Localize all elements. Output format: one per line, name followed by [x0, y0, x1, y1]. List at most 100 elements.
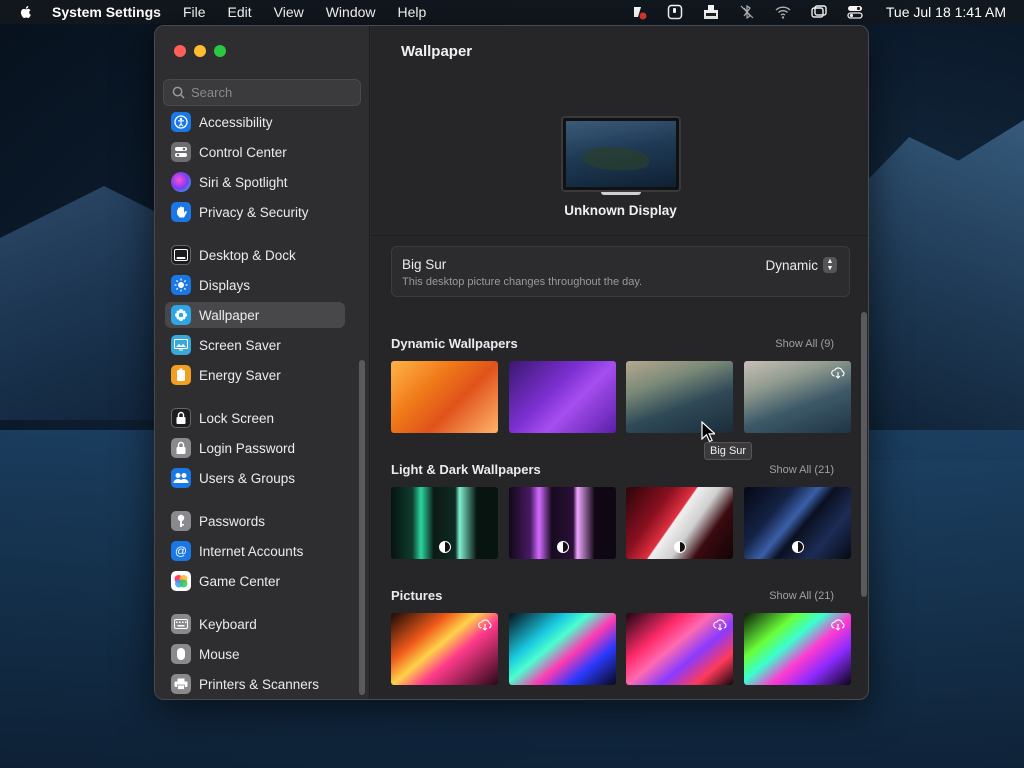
- section-title-pictures: Pictures: [391, 588, 443, 603]
- menu-view[interactable]: View: [274, 4, 304, 20]
- search-field[interactable]: [163, 79, 361, 106]
- hand-icon: [171, 202, 191, 222]
- sidebar-item-passwords[interactable]: Passwords: [165, 508, 345, 534]
- sidebar-item-label: Accessibility: [199, 114, 273, 130]
- light-dark-wallpapers-row: [391, 487, 851, 559]
- bluetooth-off-icon[interactable]: [738, 4, 756, 20]
- search-icon: [172, 86, 185, 99]
- light-dark-icon: [438, 541, 451, 553]
- wallpaper-thumb-catalina[interactable]: [744, 361, 851, 433]
- download-cloud-icon: [831, 367, 845, 379]
- menu-edit[interactable]: Edit: [228, 4, 252, 20]
- download-cloud-icon: [478, 619, 492, 631]
- app-menu[interactable]: System Settings: [52, 4, 161, 20]
- keyboard-icon: [171, 614, 191, 634]
- sidebar-item-label: Lock Screen: [199, 410, 275, 426]
- zoom-button[interactable]: [214, 45, 226, 57]
- wallpaper-thumb-big-sur[interactable]: [626, 361, 733, 433]
- menu-bar: System Settings File Edit View Window He…: [0, 0, 1024, 24]
- sidebar-item-label: Login Password: [199, 440, 296, 456]
- sidebar-item-label: Printers & Scanners: [199, 676, 320, 692]
- display-preview-image: [566, 121, 676, 187]
- sidebar-item-label: Wallpaper: [199, 307, 260, 323]
- wallpaper-thumb-light-dark-red[interactable]: [626, 487, 733, 559]
- section-title-light-dark: Light & Dark Wallpapers: [391, 462, 541, 477]
- sidebar-item-game-center[interactable]: Game Center: [165, 568, 345, 594]
- sidebar-item-users-groups[interactable]: Users & Groups: [165, 465, 345, 491]
- wallpaper-thumb-monterey[interactable]: [509, 361, 616, 433]
- wallpaper-thumb-picture-1[interactable]: [391, 613, 498, 685]
- sidebar-item-label: Desktop & Dock: [199, 247, 296, 263]
- at-icon: @: [171, 541, 191, 561]
- sidebar-item-label: Mouse: [199, 646, 240, 662]
- section-title-dynamic: Dynamic Wallpapers: [391, 336, 518, 351]
- content-scrollbar[interactable]: [861, 312, 867, 597]
- sidebar-item-accessibility[interactable]: Accessibility: [165, 109, 345, 135]
- sidebar-item-displays[interactable]: Displays: [165, 272, 345, 298]
- show-all-dynamic-button[interactable]: Show All (9): [775, 338, 834, 350]
- input-icon[interactable]: [702, 4, 720, 20]
- sidebar-item-desktop-dock[interactable]: Desktop & Dock: [165, 242, 345, 268]
- sidebar-item-label: Energy Saver: [199, 367, 281, 383]
- key-icon: [171, 511, 191, 531]
- sidebar-scrollbar[interactable]: [359, 360, 365, 695]
- wallpaper-thumb-picture-2[interactable]: [509, 613, 616, 685]
- display-name: Unknown Display: [564, 203, 677, 218]
- menu-window[interactable]: Window: [326, 4, 376, 20]
- minimize-button[interactable]: [194, 45, 206, 57]
- sidebar-item-siri-spotlight[interactable]: Siri & Spotlight: [165, 169, 345, 195]
- display-preview: [561, 116, 681, 192]
- wallpaper-thumb-light-dark-purple[interactable]: [509, 487, 616, 559]
- sidebar-item-screen-saver[interactable]: Screen Saver: [165, 332, 345, 358]
- wifi-icon[interactable]: [774, 4, 792, 20]
- chevron-up-down-icon: ▲ ▼: [823, 257, 837, 273]
- printer-icon: [171, 674, 191, 694]
- desktop-mountain-right: [860, 120, 1024, 460]
- sidebar-item-mouse[interactable]: Mouse: [165, 641, 345, 667]
- apple-icon[interactable]: [18, 4, 34, 20]
- sidebar-item-label: Internet Accounts: [199, 543, 304, 559]
- wallpaper-mode-popup[interactable]: Dynamic ▲ ▼: [765, 257, 837, 273]
- search-input[interactable]: [191, 85, 351, 100]
- wallpaper-thumb-picture-3[interactable]: [626, 613, 733, 685]
- show-all-light-dark-button[interactable]: Show All (21): [769, 464, 834, 476]
- control-center-icon[interactable]: [846, 4, 864, 20]
- wallpaper-thumb-light-dark-blue[interactable]: [744, 487, 851, 559]
- page-title: Wallpaper: [401, 43, 473, 60]
- sidebar-item-login-password[interactable]: Login Password: [165, 435, 345, 461]
- sidebar-item-printers-scanners[interactable]: Printers & Scanners: [165, 671, 345, 697]
- sidebar-item-label: Users & Groups: [199, 470, 296, 486]
- users-icon: [171, 468, 191, 488]
- menu-help[interactable]: Help: [398, 4, 427, 20]
- light-dark-icon: [791, 541, 804, 553]
- sidebar-item-wallpaper[interactable]: Wallpaper: [165, 302, 345, 328]
- sidebar-item-internet-accounts[interactable]: @ Internet Accounts: [165, 538, 345, 564]
- sidebar-item-label: Screen Saver: [199, 337, 281, 353]
- battery-icon: [171, 365, 191, 385]
- sidebar-item-keyboard[interactable]: Keyboard: [165, 611, 345, 637]
- show-all-pictures-button[interactable]: Show All (21): [769, 590, 834, 602]
- sidebar: Accessibility Control Center Siri & Spot…: [155, 26, 370, 699]
- current-wallpaper-description: This desktop picture changes throughout …: [402, 276, 643, 288]
- screen-mirroring-icon[interactable]: [810, 4, 828, 20]
- wallpaper-thumb-light-dark-green[interactable]: [391, 487, 498, 559]
- menu-file[interactable]: File: [183, 4, 206, 20]
- wallpaper-icon: [171, 305, 191, 325]
- close-button[interactable]: [174, 45, 186, 57]
- sidebar-item-control-center[interactable]: Control Center: [165, 139, 345, 165]
- sidebar-item-energy-saver[interactable]: Energy Saver: [165, 362, 345, 388]
- sidebar-item-privacy-security[interactable]: Privacy & Security: [165, 199, 345, 225]
- sidebar-item-label: Keyboard: [199, 616, 257, 632]
- current-wallpaper-card: Big Sur This desktop picture changes thr…: [391, 246, 850, 297]
- wallpaper-thumb-picture-4[interactable]: [744, 613, 851, 685]
- app-badge-icon[interactable]: [630, 4, 648, 20]
- light-dark-icon: [673, 541, 686, 553]
- mouse-icon: [171, 644, 191, 664]
- sidebar-item-lock-screen[interactable]: Lock Screen: [165, 405, 345, 431]
- menubar-clock[interactable]: Tue Jul 18 1:41 AM: [886, 4, 1006, 20]
- sidebar-item-label: Privacy & Security: [199, 204, 309, 220]
- wallpaper-thumb-ventura[interactable]: [391, 361, 498, 433]
- wallpaper-mode-value: Dynamic: [765, 257, 818, 273]
- screen-record-icon[interactable]: [666, 4, 684, 20]
- display-stand: [601, 192, 641, 195]
